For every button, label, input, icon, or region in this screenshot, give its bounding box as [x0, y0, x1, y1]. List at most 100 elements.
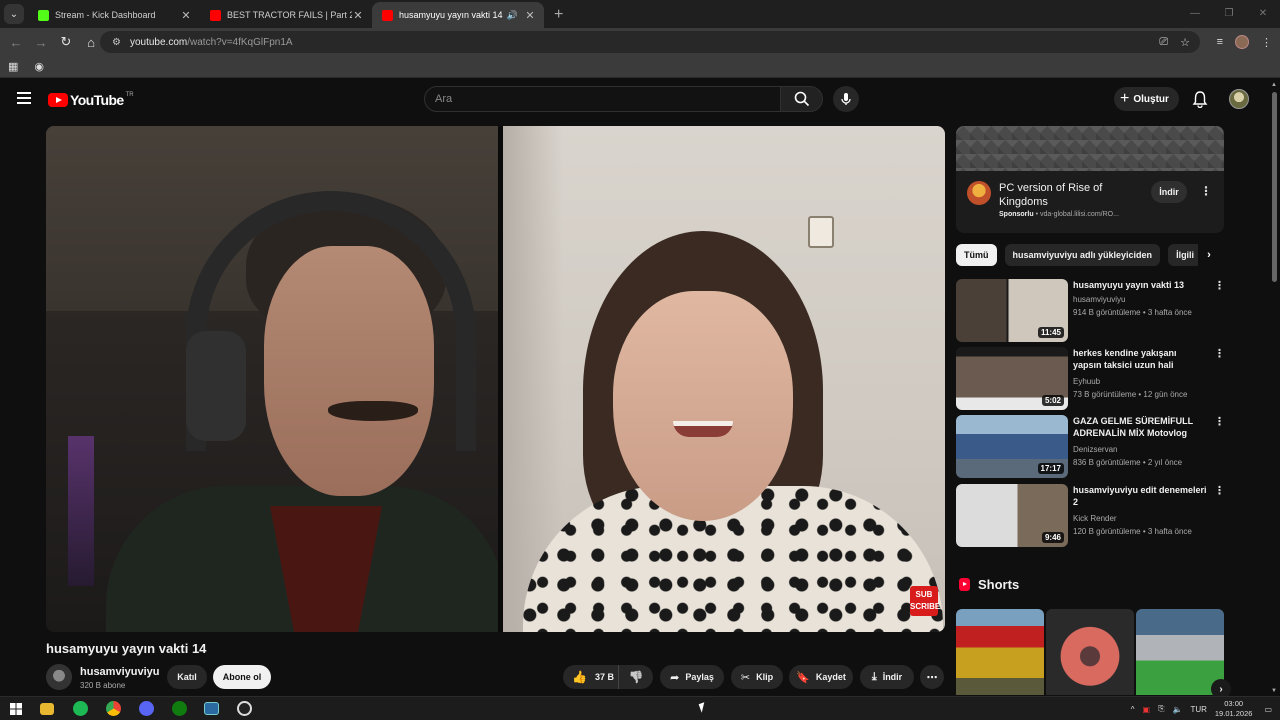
restore-icon[interactable]: ❐ — [1212, 0, 1246, 26]
xbox-icon[interactable] — [172, 701, 187, 716]
volume-icon[interactable]: 🔈 — [1172, 705, 1182, 714]
reading-list-icon[interactable]: ≡ — [1217, 36, 1223, 48]
language-indicator[interactable]: TUR — [1190, 705, 1206, 714]
scrollbar-thumb[interactable] — [1272, 92, 1277, 282]
rec-title[interactable]: GAZA GELME SÜREMİFULL ADRENALİN MİX Moto… — [1073, 415, 1207, 439]
speaker-icon[interactable]: 🔊 — [507, 10, 518, 21]
app-window-icon[interactable] — [204, 702, 219, 715]
video-thumbnail[interactable]: 9:46 — [956, 484, 1068, 547]
site-info-icon[interactable]: ⚙ — [112, 37, 121, 48]
download-button[interactable]: ⤓ İndir — [860, 665, 914, 689]
minimize-icon[interactable]: — — [1178, 0, 1212, 26]
create-button[interactable]: + Oluştur — [1114, 87, 1179, 111]
rec-channel[interactable]: Kick Render — [1073, 514, 1117, 523]
short-thumbnail[interactable] — [1046, 609, 1134, 695]
account-avatar[interactable] — [1229, 89, 1249, 109]
tab-search-button[interactable]: ⌄ — [4, 4, 24, 24]
rec-more-icon[interactable]: ⋮ — [1214, 279, 1225, 292]
browser-tab-tractor[interactable]: BEST TRACTOR FAILS | Part 2 - ✕ — [200, 2, 372, 28]
ad-more-icon[interactable]: ⋮ — [1200, 184, 1212, 198]
close-tab-icon[interactable]: ✕ — [524, 9, 536, 22]
rec-more-icon[interactable]: ⋮ — [1214, 347, 1225, 360]
channel-avatar[interactable] — [46, 664, 72, 690]
list-item[interactable]: 9:46 husamviyuviyu edit denemeleri 2 Kic… — [956, 484, 1225, 548]
rec-title[interactable]: husamviyuviyu edit denemeleri 2 — [1073, 484, 1207, 508]
rec-more-icon[interactable]: ⋮ — [1214, 415, 1225, 428]
taskbar-clock[interactable]: 03:00 19.01.2026 — [1215, 699, 1253, 719]
subscribe-watermark[interactable]: SUB SCRIBE — [910, 586, 940, 616]
cast-icon[interactable]: ⎚ — [1159, 36, 1168, 49]
hamburger-menu-icon[interactable] — [17, 92, 31, 104]
rec-title[interactable]: husamyuyu yayın vakti 13 — [1073, 279, 1207, 291]
profile-avatar-icon[interactable] — [1235, 35, 1249, 49]
network-icon[interactable]: ⎘ — [1158, 704, 1164, 714]
youtube-logo[interactable]: YouTube TR — [48, 92, 134, 108]
clip-button[interactable]: ✂ Klip — [731, 665, 783, 689]
browser-tab-kick[interactable]: Stream - Kick Dashboard ✕ — [28, 2, 200, 28]
browser-menu-icon[interactable]: ⋮ — [1261, 36, 1272, 49]
short-thumbnail[interactable] — [956, 609, 1044, 695]
ad-download-button[interactable]: İndir — [1151, 181, 1187, 203]
chip-all[interactable]: Tümü — [956, 244, 997, 266]
apps-grid-icon[interactable]: ▦ — [8, 60, 18, 73]
close-tab-icon[interactable]: ✕ — [180, 9, 192, 22]
ad-title[interactable]: PC version of Rise of Kingdoms — [999, 181, 1129, 209]
list-item[interactable]: 11:45 husamyuyu yayın vakti 13 husamviyu… — [956, 279, 1225, 343]
search-input[interactable] — [435, 93, 780, 105]
list-item[interactable]: 17:17 GAZA GELME SÜREMİFULL ADRENALİN Mİ… — [956, 415, 1225, 479]
rec-more-icon[interactable]: ⋮ — [1214, 484, 1225, 497]
more-actions-button[interactable]: ⋯ — [920, 665, 944, 689]
discord-icon[interactable] — [139, 701, 154, 716]
list-item[interactable]: 5:02 herkes kendine yakışanı yapsın taks… — [956, 347, 1225, 411]
windows-start-icon[interactable] — [7, 700, 25, 718]
ad-banner-image[interactable] — [956, 126, 1224, 171]
search-button[interactable] — [781, 86, 823, 112]
tab-title: BEST TRACTOR FAILS | Part 2 - — [227, 10, 352, 20]
short-thumbnail[interactable] — [1136, 609, 1224, 695]
file-explorer-icon[interactable] — [40, 703, 54, 715]
chip-from-uploader[interactable]: husamviyuviyu adlı yükleyiciden — [1004, 244, 1161, 266]
close-window-icon[interactable]: ✕ — [1246, 0, 1280, 26]
tray-overflow-icon[interactable]: ^ — [1131, 705, 1135, 714]
url-field[interactable]: ⚙ youtube.com/watch?v=4fKqGlFpn1A ⎚ ☆ — [100, 31, 1200, 53]
video-player[interactable]: SUB SCRIBE — [46, 126, 945, 632]
page-scrollbar[interactable]: ▲ ▼ — [1270, 80, 1280, 696]
back-icon[interactable]: ← — [4, 30, 28, 54]
subscribe-button[interactable]: Abone ol — [213, 665, 271, 689]
rec-channel[interactable]: Denizservan — [1073, 445, 1117, 454]
search-field[interactable] — [424, 86, 781, 112]
rec-channel[interactable]: Eyhuub — [1073, 377, 1100, 386]
url-path: /watch?v=4fKqGlFpn1A — [187, 36, 293, 48]
video-thumbnail[interactable]: 11:45 — [956, 279, 1068, 342]
chips-next-icon[interactable]: › — [1198, 244, 1220, 266]
voice-search-button[interactable] — [833, 86, 859, 112]
spotify-icon[interactable] — [73, 701, 88, 716]
rec-channel[interactable]: husamviyuviyu — [1073, 295, 1125, 304]
share-button[interactable]: ➦ Paylaş — [660, 665, 724, 689]
join-button[interactable]: Katıl — [167, 665, 207, 689]
sponsored-ad-card[interactable]: PC version of Rise of Kingdoms Sponsorlu… — [956, 126, 1224, 233]
rec-title[interactable]: herkes kendine yakışanı yapsın taksici u… — [1073, 347, 1207, 371]
video-thumbnail[interactable]: 5:02 — [956, 347, 1068, 410]
chrome-icon[interactable] — [106, 701, 121, 716]
scroll-up-icon[interactable]: ▲ — [1271, 82, 1277, 88]
security-tray-icon[interactable]: ▣ — [1143, 705, 1151, 714]
new-tab-button[interactable]: + — [554, 6, 563, 24]
dislike-button[interactable]: 👎 — [619, 665, 653, 689]
chip-related[interactable]: İlgili — [1168, 244, 1203, 266]
scroll-down-icon[interactable]: ▼ — [1271, 688, 1277, 694]
like-button[interactable]: 👍 37 B — [563, 665, 619, 689]
reload-icon[interactable]: ↻ — [54, 30, 78, 54]
obs-icon[interactable] — [237, 701, 252, 716]
notifications-bell-icon[interactable] — [1192, 90, 1208, 113]
save-button[interactable]: 🔖 Kaydet — [789, 665, 853, 689]
duration-badge: 17:17 — [1037, 463, 1064, 474]
globe-bookmark-icon[interactable]: ◉ — [34, 60, 44, 73]
video-thumbnail[interactable]: 17:17 — [956, 415, 1068, 478]
notification-center-icon[interactable]: ▭ — [1264, 705, 1272, 714]
bookmark-star-icon[interactable]: ☆ — [1180, 36, 1190, 49]
close-tab-icon[interactable]: ✕ — [352, 9, 364, 22]
channel-name[interactable]: husamviyuviyu — [80, 666, 159, 678]
browser-tab-active[interactable]: husamyuyu yayın vakti 14 🔊 ✕ — [372, 2, 544, 28]
forward-icon[interactable]: → — [29, 30, 53, 54]
